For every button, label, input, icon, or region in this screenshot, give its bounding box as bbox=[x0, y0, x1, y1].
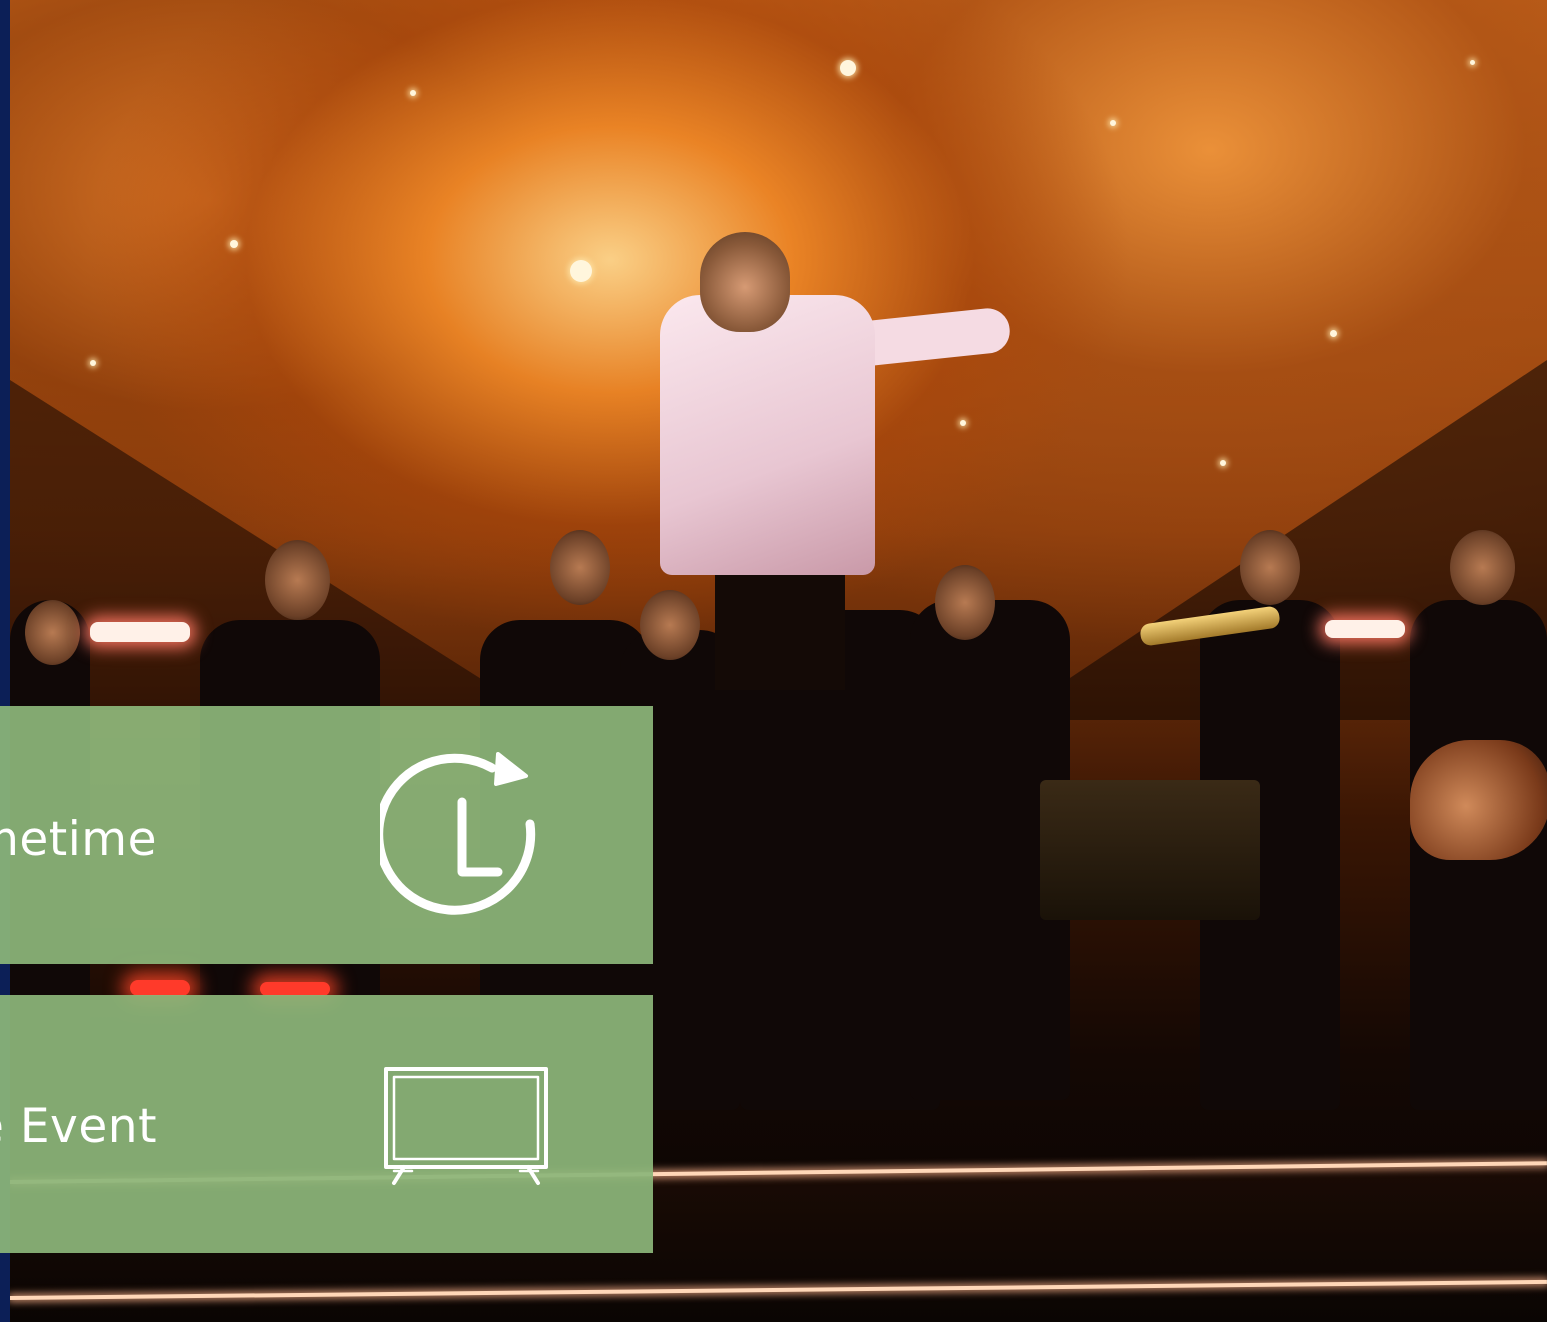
singer-legs bbox=[715, 560, 845, 690]
stage-light bbox=[1325, 620, 1405, 638]
sparkle bbox=[960, 420, 966, 426]
stage-light bbox=[90, 622, 190, 642]
sparkle bbox=[230, 240, 238, 248]
primetime-tile[interactable]: Primetime bbox=[0, 706, 653, 964]
bass-guitar bbox=[1410, 740, 1547, 860]
grand-piano bbox=[1040, 780, 1260, 920]
sparkle bbox=[410, 90, 416, 96]
performer-head bbox=[25, 600, 80, 665]
sparkle bbox=[1470, 60, 1475, 65]
stage-light bbox=[260, 982, 330, 996]
singer-head bbox=[700, 232, 790, 332]
sparkle bbox=[90, 360, 96, 366]
primetime-label: Primetime bbox=[0, 812, 157, 867]
live-event-tile[interactable]: Live Event bbox=[0, 995, 653, 1253]
stage-light bbox=[130, 980, 190, 996]
sparkle bbox=[1110, 120, 1116, 126]
performer-head bbox=[935, 565, 995, 640]
live-event-label: Live Event bbox=[0, 1099, 157, 1154]
sparkle bbox=[570, 260, 592, 282]
tv-icon bbox=[384, 1067, 548, 1185]
performer-head bbox=[1240, 530, 1300, 605]
sparkle bbox=[1330, 330, 1337, 337]
performer-head bbox=[265, 540, 330, 620]
clock-replay-icon bbox=[380, 752, 536, 915]
singer bbox=[660, 295, 875, 575]
sparkle bbox=[840, 60, 856, 76]
performer-head bbox=[640, 590, 700, 660]
performer-head bbox=[1450, 530, 1515, 605]
hero-section: Primetime Live Event bbox=[0, 0, 1547, 1322]
performer-head bbox=[550, 530, 610, 605]
